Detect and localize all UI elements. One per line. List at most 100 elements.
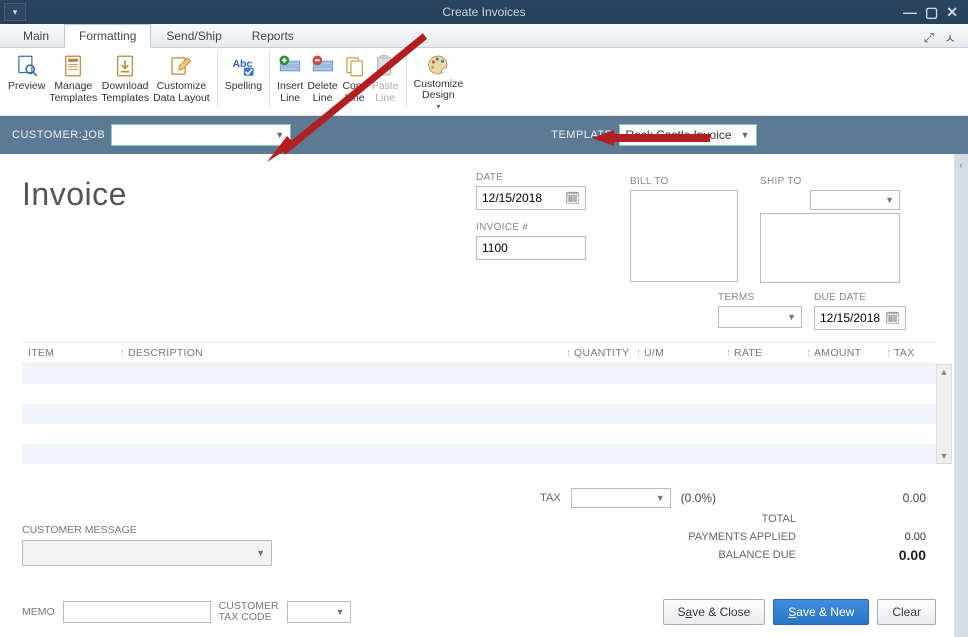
date-field[interactable]: 12/15/2018 🗓 bbox=[476, 186, 586, 210]
customer-message-section: CUSTOMER MESSAGE ▼ bbox=[22, 524, 272, 566]
download-page-icon bbox=[112, 53, 138, 79]
line-item-row[interactable] bbox=[22, 424, 936, 444]
template-label: TEMPLATE bbox=[551, 129, 612, 141]
invoice-number-field[interactable]: 1100 bbox=[476, 236, 586, 260]
tab-reports[interactable]: Reports bbox=[237, 24, 309, 47]
tab-main[interactable]: Main bbox=[8, 24, 64, 47]
line-item-row[interactable] bbox=[22, 364, 936, 384]
ship-to-textarea[interactable] bbox=[760, 213, 900, 283]
line-item-row[interactable] bbox=[22, 384, 936, 404]
line-item-row[interactable] bbox=[22, 444, 936, 464]
copy-icon bbox=[342, 53, 368, 79]
spelling-label: Spelling bbox=[225, 81, 262, 93]
download-templates-label: Download Templates bbox=[101, 81, 149, 104]
invoice-form: ‹ Invoice DATE 12/15/2018 🗓 INVOICE # 11… bbox=[0, 154, 968, 637]
col-amount: AMOUNT bbox=[808, 347, 888, 359]
grid-scrollbar[interactable]: ▲ ▼ bbox=[936, 364, 952, 464]
calendar-icon[interactable]: 🗓 bbox=[885, 311, 900, 325]
ribbon-separator bbox=[269, 51, 270, 107]
template-page-icon bbox=[60, 53, 86, 79]
paste-icon bbox=[372, 53, 398, 79]
total-label: TOTAL bbox=[762, 513, 796, 525]
bill-to-textarea[interactable] bbox=[630, 190, 738, 282]
terms-label: TERMS bbox=[718, 292, 802, 303]
date-label: DATE bbox=[476, 172, 586, 183]
window-title: Create Invoices bbox=[442, 5, 525, 19]
palette-icon bbox=[425, 53, 451, 77]
magnifier-page-icon bbox=[14, 53, 40, 79]
tax-label: TAX bbox=[540, 492, 561, 504]
customize-data-layout-button[interactable]: Customize Data Layout bbox=[151, 51, 212, 111]
spelling-button[interactable]: Abc Spelling bbox=[223, 51, 264, 111]
tab-formatting[interactable]: Formatting bbox=[64, 24, 151, 48]
memo-field[interactable] bbox=[63, 601, 211, 623]
copy-line-button[interactable]: Copy Line bbox=[340, 51, 370, 111]
calendar-icon[interactable]: 🗓 bbox=[565, 191, 580, 205]
pencil-page-icon bbox=[168, 53, 194, 79]
collapse-ribbon-icon[interactable]: ㅅ bbox=[944, 28, 956, 47]
preview-button[interactable]: Preview bbox=[6, 51, 47, 111]
spellcheck-icon: Abc bbox=[230, 53, 256, 79]
tabstrip: Main Formatting Send/Ship Reports ⤢ ㅅ bbox=[0, 24, 968, 48]
copy-line-label: Copy Line bbox=[342, 81, 367, 104]
tab-send-ship[interactable]: Send/Ship bbox=[151, 24, 236, 47]
balance-due-label: BALANCE DUE bbox=[718, 549, 796, 561]
line-items-header: ITEM DESCRIPTION QUANTITY U/M RATE AMOUN… bbox=[22, 342, 936, 364]
clear-button[interactable]: Clear bbox=[877, 599, 936, 625]
line-items-body[interactable] bbox=[22, 364, 936, 464]
insert-row-icon bbox=[277, 53, 303, 79]
fullscreen-icon[interactable]: ⤢ bbox=[924, 30, 934, 46]
customer-message-label: CUSTOMER MESSAGE bbox=[22, 524, 272, 536]
customer-message-dropdown[interactable]: ▼ bbox=[22, 540, 272, 566]
close-button[interactable]: ✕ bbox=[946, 4, 958, 21]
payments-applied-value: 0.00 bbox=[876, 531, 926, 543]
ship-to-label: SHIP TO bbox=[760, 176, 802, 187]
due-date-value: 12/15/2018 bbox=[820, 311, 880, 325]
terms-dropdown[interactable]: ▼ bbox=[718, 306, 802, 328]
save-and-close-button[interactable]: Save & Close bbox=[663, 599, 766, 625]
customer-job-label: CUSTOMER:JOB bbox=[12, 129, 105, 141]
insert-line-label: Insert Line bbox=[277, 81, 303, 104]
ribbon: Preview Manage Templates Download Templa… bbox=[0, 48, 968, 116]
customer-job-dropdown[interactable]: ▼ bbox=[111, 124, 291, 146]
template-dropdown[interactable]: Rock Castle Invoice▼ bbox=[619, 124, 757, 146]
download-templates-button[interactable]: Download Templates bbox=[99, 51, 151, 111]
tax-dropdown[interactable]: ▼ bbox=[571, 488, 671, 508]
due-date-field[interactable]: 12/15/2018 🗓 bbox=[814, 306, 906, 330]
bill-to-label: BILL TO bbox=[630, 176, 760, 187]
tax-value: 0.00 bbox=[726, 491, 926, 505]
due-date-label: DUE DATE bbox=[814, 292, 906, 303]
col-quantity: QUANTITY bbox=[568, 347, 638, 359]
delete-line-button[interactable]: Delete Line bbox=[305, 51, 339, 111]
titlebar: ▾ Create Invoices — ▢ ✕ bbox=[0, 0, 968, 24]
line-item-row[interactable] bbox=[22, 404, 936, 424]
date-value: 12/15/2018 bbox=[482, 191, 542, 205]
tax-percent: (0.0%) bbox=[681, 491, 716, 505]
insert-line-button[interactable]: Insert Line bbox=[275, 51, 305, 111]
invoice-number-value: 1100 bbox=[482, 241, 508, 255]
window-menu-toggle[interactable]: ▾ bbox=[4, 3, 26, 21]
preview-label: Preview bbox=[8, 81, 45, 93]
manage-templates-button[interactable]: Manage Templates bbox=[47, 51, 99, 111]
scroll-down-icon[interactable]: ▼ bbox=[940, 449, 949, 463]
collapse-right-panel[interactable]: ‹ bbox=[954, 154, 968, 637]
col-tax: TAX bbox=[888, 347, 936, 359]
col-item: ITEM bbox=[22, 347, 122, 359]
customize-design-button[interactable]: Customize Design ▾ bbox=[412, 51, 466, 111]
col-description: DESCRIPTION bbox=[122, 347, 568, 359]
bottom-bar: MEMO CUSTOMER TAX CODE ▼ Save & Close Sa… bbox=[22, 599, 936, 625]
minimize-button[interactable]: — bbox=[903, 4, 917, 21]
customer-tax-code-dropdown[interactable]: ▼ bbox=[287, 601, 351, 623]
paste-line-button: Paste Line bbox=[370, 51, 401, 111]
scroll-up-icon[interactable]: ▲ bbox=[940, 365, 949, 379]
maximize-button[interactable]: ▢ bbox=[925, 4, 938, 21]
ribbon-separator bbox=[217, 51, 218, 107]
col-rate: RATE bbox=[728, 347, 808, 359]
balance-due-value: 0.00 bbox=[876, 547, 926, 563]
customer-tax-code-label: CUSTOMER TAX CODE bbox=[219, 601, 279, 623]
selector-bar: CUSTOMER:JOB ▼ TEMPLATE Rock Castle Invo… bbox=[0, 116, 968, 154]
save-and-new-button[interactable]: Save & New bbox=[773, 599, 869, 625]
ship-to-dropdown[interactable]: ▼ bbox=[810, 190, 900, 210]
invoice-number-label: INVOICE # bbox=[476, 222, 586, 233]
customize-design-label: Customize Design bbox=[414, 79, 464, 102]
